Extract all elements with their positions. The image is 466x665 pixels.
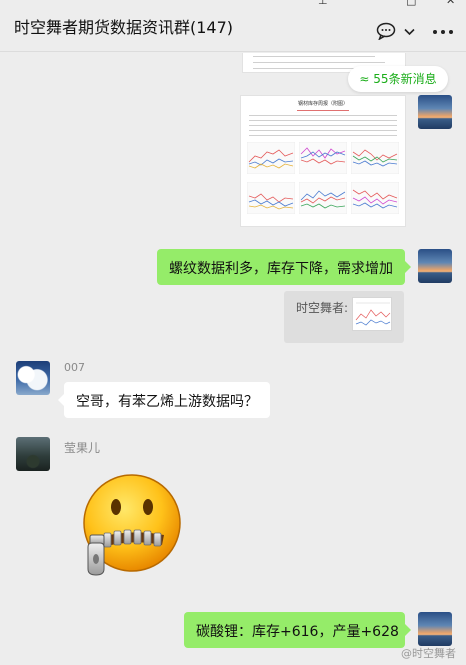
- quoted-message[interactable]: 时空舞者:: [284, 291, 404, 343]
- window-maximize-icon[interactable]: □: [406, 0, 416, 7]
- message-list[interactable]: ≈ 55条新消息 钢材库存周报（附图） 螺纹数据利多，库存下降，需求增加 时空舞…: [0, 53, 466, 665]
- watermark: @时空舞者: [401, 647, 456, 660]
- new-messages-button[interactable]: ≈ 55条新消息: [348, 66, 448, 92]
- mini-chart-4: [247, 182, 295, 214]
- self-avatar[interactable]: [418, 249, 452, 283]
- member-avatar-007[interactable]: [16, 361, 50, 395]
- chat-title: 时空舞者期货数据资讯群(147): [14, 18, 234, 37]
- message-bubble-self[interactable]: 碳酸锂：库存+616，产量+628: [184, 612, 405, 648]
- chat-bubble-icon[interactable]: [376, 22, 396, 40]
- double-chevron-up-icon: ≈: [359, 72, 370, 86]
- message-bubble-self[interactable]: 螺纹数据利多，库存下降，需求增加: [157, 249, 405, 285]
- more-icon[interactable]: [432, 29, 454, 35]
- member-avatar-yingguoer[interactable]: [16, 437, 50, 471]
- message-text: 空哥，有苯乙烯上游数据吗？: [76, 394, 258, 410]
- window-close-icon[interactable]: ✕: [446, 0, 455, 7]
- new-messages-label: 55条新消息: [373, 72, 437, 86]
- window-pin-icon[interactable]: ⊥: [318, 0, 328, 7]
- quote-thumbnail-chart: [355, 302, 391, 326]
- quote-sender: 时空舞者:: [296, 301, 349, 315]
- document-image-title: 钢材库存周报（附图）: [297, 101, 348, 107]
- self-avatar[interactable]: [418, 95, 452, 129]
- self-avatar[interactable]: [418, 612, 452, 646]
- message-text: 碳酸锂：库存+616，产量+628: [196, 624, 399, 640]
- zipper-mouth-sticker[interactable]: [78, 473, 184, 579]
- bubble-tail: [405, 624, 411, 636]
- mini-chart-3: [351, 142, 399, 174]
- quote-thumbnail[interactable]: [352, 297, 392, 331]
- mini-chart-5: [299, 182, 347, 214]
- mini-chart-6: [351, 182, 399, 214]
- bubble-tail: [405, 261, 411, 273]
- sender-name: 莹果儿: [64, 441, 101, 455]
- message-bubble-other[interactable]: 空哥，有苯乙烯上游数据吗？: [64, 382, 270, 418]
- sender-name: 007: [64, 361, 85, 374]
- chevron-down-icon[interactable]: [404, 28, 415, 36]
- mini-chart-2: [299, 142, 347, 174]
- document-image-message[interactable]: 钢材库存周报（附图）: [240, 95, 406, 227]
- message-text: 螺纹数据利多，库存下降，需求增加: [169, 261, 393, 277]
- mini-chart-1: [247, 142, 295, 174]
- chat-header: ⊥ □ ✕ 时空舞者期货数据资讯群(147): [0, 0, 466, 52]
